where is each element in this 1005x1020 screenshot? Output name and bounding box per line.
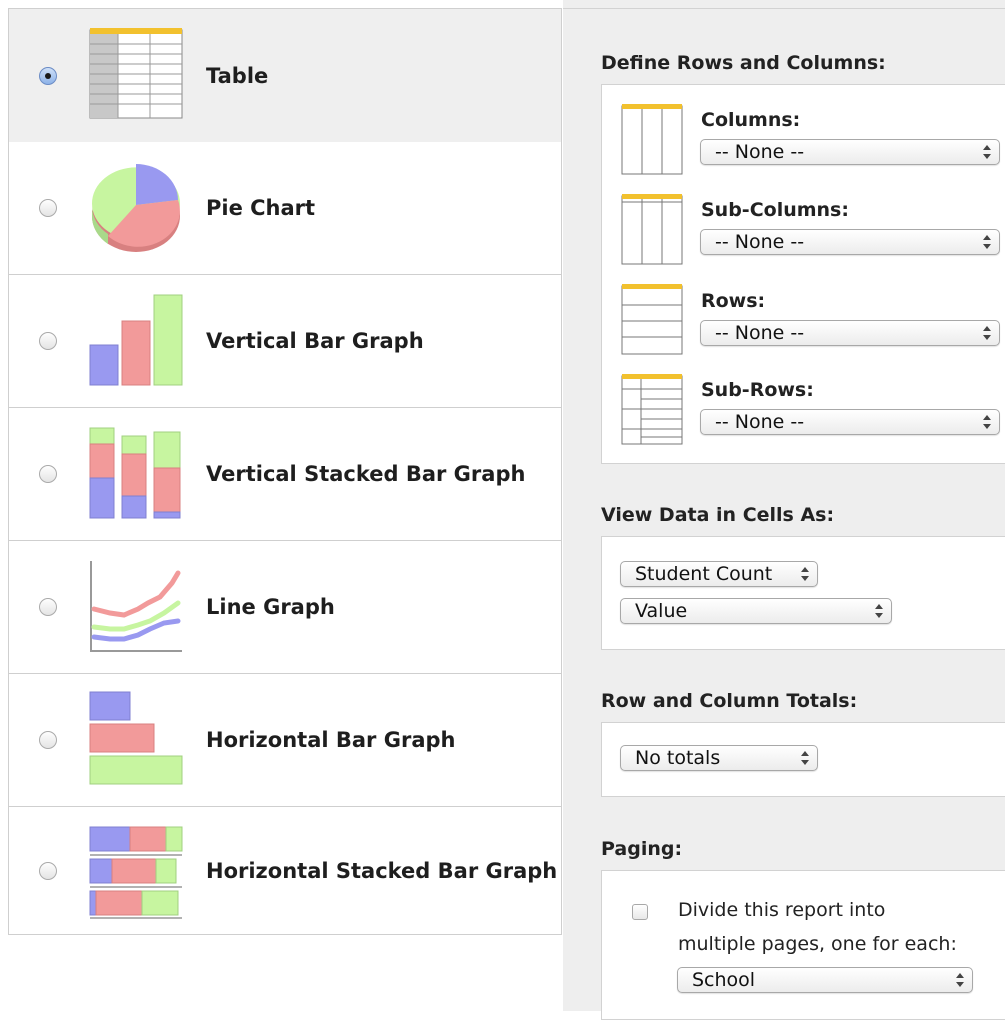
rows-label: Rows: <box>701 290 766 312</box>
select-arrows-icon <box>801 750 809 766</box>
view-data-title: View Data in Cells As: <box>601 504 835 526</box>
sub-columns-select-value: -- None -- <box>715 231 805 253</box>
sub-rows-icon <box>621 373 683 449</box>
pie-chart-radio[interactable] <box>39 199 57 217</box>
horizontal-bar-graph-icon <box>88 690 184 786</box>
totals-select-value: No totals <box>635 747 721 769</box>
paging-select[interactable]: School <box>677 967 973 993</box>
totals-box: No totals <box>601 722 1005 797</box>
rows-icon <box>621 283 683 359</box>
select-arrows-icon <box>875 603 883 619</box>
table-radio[interactable] <box>39 66 57 85</box>
line-graph-label: Line Graph <box>206 595 335 619</box>
select-arrows-icon <box>956 972 964 988</box>
columns-label: Columns: <box>701 109 801 131</box>
sub-rows-label: Sub-Rows: <box>701 379 814 401</box>
view-data-box: Student Count Value <box>601 536 1005 650</box>
divider <box>563 8 1005 9</box>
horizontal-bar-graph-label: Horizontal Bar Graph <box>206 728 456 752</box>
columns-icon <box>621 103 683 179</box>
sub-rows-select[interactable]: -- None -- <box>700 409 1000 435</box>
rows-select[interactable]: -- None -- <box>700 320 1000 346</box>
columns-select-value: -- None -- <box>715 141 805 163</box>
vertical-stacked-bar-graph-label: Vertical Stacked Bar Graph <box>206 462 526 486</box>
chart-type-vertical-bar-graph[interactable]: Vertical Bar Graph <box>9 275 561 408</box>
vertical-stacked-bar-graph-icon <box>88 426 184 520</box>
format-select[interactable]: Value <box>620 598 892 624</box>
horizontal-stacked-bar-graph-icon <box>88 825 184 919</box>
divide-pages-text-line1: Divide this report into <box>678 899 886 921</box>
horizontal-bar-graph-radio[interactable] <box>39 731 57 749</box>
pie-chart-label: Pie Chart <box>206 196 316 220</box>
chart-type-vertical-stacked-bar-graph[interactable]: Vertical Stacked Bar Graph <box>9 408 561 541</box>
measure-select[interactable]: Student Count <box>620 561 818 587</box>
vertical-bar-graph-icon <box>88 293 184 387</box>
chart-type-line-graph[interactable]: Line Graph <box>9 541 561 674</box>
chart-type-horizontal-bar-graph[interactable]: Horizontal Bar Graph <box>9 674 561 807</box>
divide-pages-checkbox[interactable] <box>632 904 648 920</box>
pie-chart-icon <box>88 160 184 256</box>
paging-title: Paging: <box>601 838 683 860</box>
rows-select-value: -- None -- <box>715 322 805 344</box>
format-select-value: Value <box>635 600 688 622</box>
paging-box: Divide this report into multiple pages, … <box>601 870 1005 1020</box>
chart-type-pie-chart[interactable]: Pie Chart <box>9 142 561 275</box>
vertical-bar-graph-label: Vertical Bar Graph <box>206 329 424 353</box>
line-graph-radio[interactable] <box>39 598 57 616</box>
define-rows-columns-box: Columns: -- None -- Sub-Columns: -- None… <box>601 84 1005 464</box>
columns-select[interactable]: -- None -- <box>700 139 1000 165</box>
chart-type-horizontal-stacked-bar-graph[interactable]: Horizontal Stacked Bar Graph <box>9 807 561 934</box>
settings-panel: Define Rows and Columns: Columns: -- Non… <box>563 0 1005 1020</box>
select-arrows-icon <box>801 566 809 582</box>
line-graph-icon <box>88 559 184 653</box>
horizontal-stacked-bar-graph-radio[interactable] <box>39 861 57 880</box>
table-label: Table <box>206 63 269 88</box>
sub-rows-select-value: -- None -- <box>715 411 805 433</box>
paging-select-value: School <box>692 969 756 991</box>
define-rows-columns-title: Define Rows and Columns: <box>601 52 886 74</box>
sub-columns-select[interactable]: -- None -- <box>700 229 1000 255</box>
measure-select-value: Student Count <box>635 563 773 585</box>
chart-type-list: Table Pie Chart Vertical Bar Graph Verti… <box>8 8 562 935</box>
divide-pages-text-line2: multiple pages, one for each: <box>678 933 957 955</box>
vertical-bar-graph-radio[interactable] <box>39 332 57 350</box>
select-arrows-icon <box>983 144 991 160</box>
horizontal-stacked-bar-graph-label: Horizontal Stacked Bar Graph <box>206 858 558 883</box>
totals-title: Row and Column Totals: <box>601 690 858 712</box>
select-arrows-icon <box>983 325 991 341</box>
select-arrows-icon <box>983 234 991 250</box>
sub-columns-icon <box>621 193 683 269</box>
vertical-stacked-bar-graph-radio[interactable] <box>39 465 57 483</box>
select-arrows-icon <box>983 414 991 430</box>
totals-select[interactable]: No totals <box>620 745 818 771</box>
sub-columns-label: Sub-Columns: <box>701 199 849 221</box>
chart-type-table[interactable]: Table <box>9 9 561 142</box>
table-icon <box>88 27 184 121</box>
